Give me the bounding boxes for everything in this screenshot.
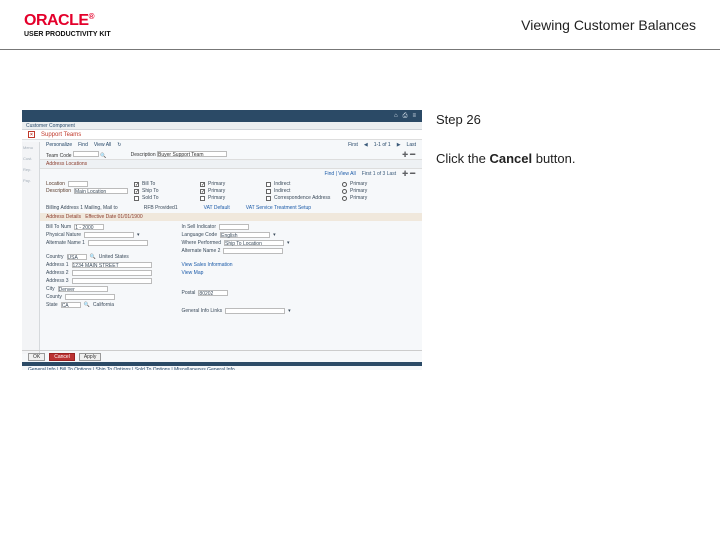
logo-subtitle: USER PRODUCTIVITY KIT	[24, 31, 111, 38]
toolbar-last[interactable]: Last	[407, 142, 416, 148]
view-sales-link[interactable]: View Sales Information	[182, 262, 291, 268]
toolbar-first[interactable]: First	[348, 142, 358, 148]
print-icon: ⎙	[403, 113, 408, 120]
toolbar-pager: 1-1 of 1	[374, 142, 391, 148]
logo-tm: ®	[89, 12, 95, 21]
vat-default-link[interactable]: VAT Default	[204, 205, 230, 211]
oracle-upk-logo: ORACLE® USER PRODUCTIVITY KIT	[24, 12, 111, 38]
primary1-check[interactable]	[200, 182, 205, 187]
altname1-field[interactable]	[88, 240, 148, 246]
toolbar-viewall[interactable]: View All	[94, 142, 111, 148]
bottom-tab-links[interactable]: General Info | Bill To Options | Ship To…	[22, 362, 422, 370]
addr1-field[interactable]: 1234 MAIN STREET	[72, 262, 152, 268]
soldto-check[interactable]	[134, 196, 139, 201]
teamcode-field[interactable]	[73, 151, 99, 157]
logo-brand: ORACLE	[24, 12, 89, 29]
primary3-check[interactable]	[200, 196, 205, 201]
app-screenshot: ⌂ ⎙ ≡ Customer Component × Support Teams…	[22, 110, 422, 370]
shipto-check[interactable]	[134, 189, 139, 194]
page-title: Viewing Customer Balances	[521, 17, 696, 33]
toolbar-personalize[interactable]: Personalize	[46, 142, 72, 148]
findview-link[interactable]: Find | View All	[324, 171, 355, 177]
city-field[interactable]: Denver	[58, 286, 108, 292]
cancel-button[interactable]: Cancel	[49, 353, 75, 361]
desc-field[interactable]: Buyer Support Team	[157, 151, 227, 157]
primary-r1[interactable]	[342, 182, 347, 187]
ind2-check[interactable]	[266, 189, 271, 194]
addr3-field[interactable]	[72, 278, 152, 284]
left-nav-stub: MenuCust.Rep.Pay.	[22, 142, 40, 354]
home-icon: ⌂	[394, 113, 398, 119]
state-field[interactable]: CA	[61, 302, 81, 308]
insell-field[interactable]	[219, 224, 249, 230]
country-field[interactable]: USA	[67, 254, 87, 260]
postal-field[interactable]: 80202	[198, 290, 228, 296]
apply-button[interactable]: Apply	[79, 353, 102, 361]
address-locations-header: Address Locations	[40, 159, 422, 169]
genlinks-select[interactable]	[225, 308, 285, 314]
location-field[interactable]	[68, 181, 88, 187]
toolbar-find[interactable]: Find	[78, 142, 88, 148]
primary-r3[interactable]	[342, 196, 347, 201]
addrloc-pager: First 1 of 3 Last	[362, 171, 396, 177]
county-field[interactable]	[65, 294, 115, 300]
where-field[interactable]: Ship To Location	[224, 240, 284, 246]
btonum-field[interactable]: 1 - 2000	[74, 224, 104, 230]
primary2-check[interactable]	[200, 189, 205, 194]
altname2-field[interactable]	[223, 248, 283, 254]
vat-service-link[interactable]: VAT Service Treatment Setup	[246, 205, 311, 211]
ind1-check[interactable]	[266, 182, 271, 187]
ok-button[interactable]: OK	[28, 353, 45, 361]
locdesc-field[interactable]: Main Location	[74, 188, 128, 194]
step-instruction: Click the Cancel button.	[436, 151, 698, 166]
billto-check[interactable]	[134, 182, 139, 187]
support-teams-tab[interactable]: Support Teams	[41, 132, 81, 138]
lang-field[interactable]: English	[220, 232, 270, 238]
teamcode-label: Team Code	[46, 153, 72, 159]
menu-icon: ≡	[412, 113, 416, 119]
corr-check[interactable]	[266, 196, 271, 201]
close-icon[interactable]: ×	[28, 131, 35, 138]
address-details-header: Address Details	[46, 214, 81, 220]
phys-field[interactable]	[84, 232, 134, 238]
window-title: Customer Component	[22, 122, 422, 130]
desc-label: Description	[131, 152, 156, 158]
view-map-link[interactable]: View Map	[182, 270, 291, 276]
step-label: Step 26	[436, 112, 698, 127]
instruction-panel: Step 26 Click the Cancel button.	[436, 110, 698, 370]
primary-r2[interactable]	[342, 189, 347, 194]
addr2-field[interactable]	[72, 270, 152, 276]
titlebar: ⌂ ⎙ ≡	[22, 110, 422, 122]
